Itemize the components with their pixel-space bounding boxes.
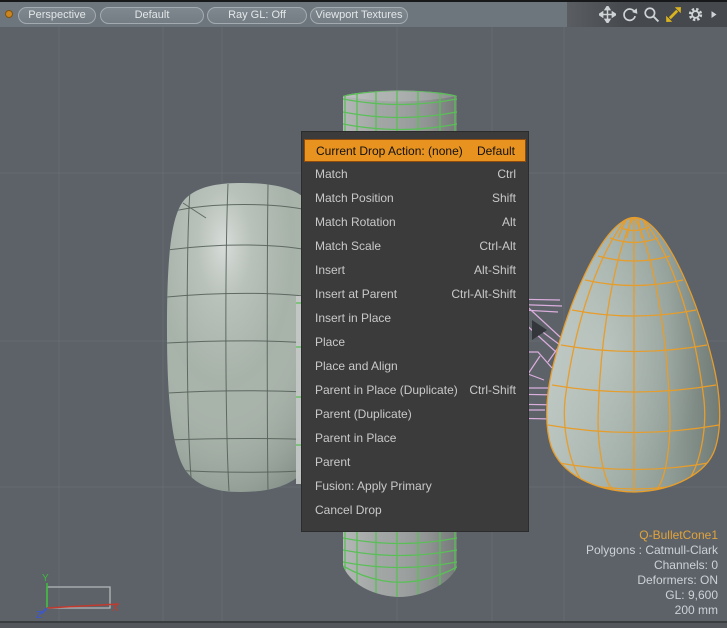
bullet-cone-object[interactable] bbox=[547, 216, 720, 492]
y-axis-label: Y bbox=[42, 573, 49, 584]
selected-item-name: Q-BulletCone1 bbox=[586, 528, 718, 543]
menu-item-match-position[interactable]: Match Position Shift bbox=[302, 186, 528, 210]
modo-3d-viewport: Y X Z Perspective Default Ray GL: Off Vi… bbox=[0, 0, 727, 628]
menu-item-parent-in-place-duplicate[interactable]: Parent in Place (Duplicate) Ctrl-Shift bbox=[302, 378, 528, 402]
menu-item-match-scale[interactable]: Match Scale Ctrl-Alt bbox=[302, 234, 528, 258]
perspective-button[interactable]: Perspective bbox=[18, 7, 96, 24]
orbit-rotate-icon[interactable] bbox=[621, 6, 638, 23]
fit-maximize-icon[interactable] bbox=[665, 6, 682, 23]
menu-item-match[interactable]: Match Ctrl bbox=[302, 162, 528, 186]
menu-item-parent-in-place[interactable]: Parent in Place bbox=[302, 426, 528, 450]
viewport-state-dot[interactable] bbox=[5, 10, 13, 18]
menu-item-place-and-align[interactable]: Place and Align bbox=[302, 354, 528, 378]
hud-deformers: Deformers: ON bbox=[586, 573, 718, 588]
item-info-hud: Q-BulletCone1 Polygons : Catmull-Clark C… bbox=[586, 528, 718, 618]
menu-item-parent[interactable]: Parent bbox=[302, 450, 528, 474]
hud-gl-count: GL: 9,600 bbox=[586, 588, 718, 603]
rounded-cube-object[interactable] bbox=[167, 183, 318, 492]
menu-item-match-rotation[interactable]: Match Rotation Alt bbox=[302, 210, 528, 234]
menu-item-parent-duplicate[interactable]: Parent (Duplicate) bbox=[302, 402, 528, 426]
hud-channels: Channels: 0 bbox=[586, 558, 718, 573]
menu-item-label: Current Drop Action: (none) bbox=[316, 144, 463, 158]
menu-item-place[interactable]: Place bbox=[302, 330, 528, 354]
menu-item-current-drop-action[interactable]: Current Drop Action: (none) Default bbox=[304, 139, 526, 162]
hud-polygons: Polygons : Catmull-Clark bbox=[586, 543, 718, 558]
menu-item-cancel-drop[interactable]: Cancel Drop bbox=[302, 498, 528, 522]
menu-item-insert[interactable]: Insert Alt-Shift bbox=[302, 258, 528, 282]
menu-item-insert-in-place[interactable]: Insert in Place bbox=[302, 306, 528, 330]
menu-item-fusion-apply-primary[interactable]: Fusion: Apply Primary bbox=[302, 474, 528, 498]
menu-item-insert-at-parent[interactable]: Insert at Parent Ctrl-Alt-Shift bbox=[302, 282, 528, 306]
hud-grid-size: 200 mm bbox=[586, 603, 718, 618]
shading-default-button[interactable]: Default bbox=[100, 7, 204, 24]
x-axis-label: X bbox=[112, 603, 119, 614]
ray-gl-button[interactable]: Ray GL: Off bbox=[207, 7, 307, 24]
menu-item-shortcut: Default bbox=[477, 144, 515, 158]
viewport-textures-button[interactable]: Viewport Textures bbox=[310, 7, 408, 24]
axis-widget: Y X Z bbox=[36, 573, 119, 621]
settings-gear-icon[interactable] bbox=[687, 6, 704, 23]
pan-icon[interactable] bbox=[599, 6, 616, 23]
more-options-arrow-icon[interactable] bbox=[709, 6, 719, 23]
viewport-bottom-edge bbox=[0, 621, 727, 628]
z-axis-label: Z bbox=[36, 610, 42, 621]
drop-action-context-menu: Current Drop Action: (none) Default Matc… bbox=[301, 131, 529, 532]
viewport-controls bbox=[567, 2, 727, 27]
zoom-magnifier-icon[interactable] bbox=[643, 6, 660, 23]
